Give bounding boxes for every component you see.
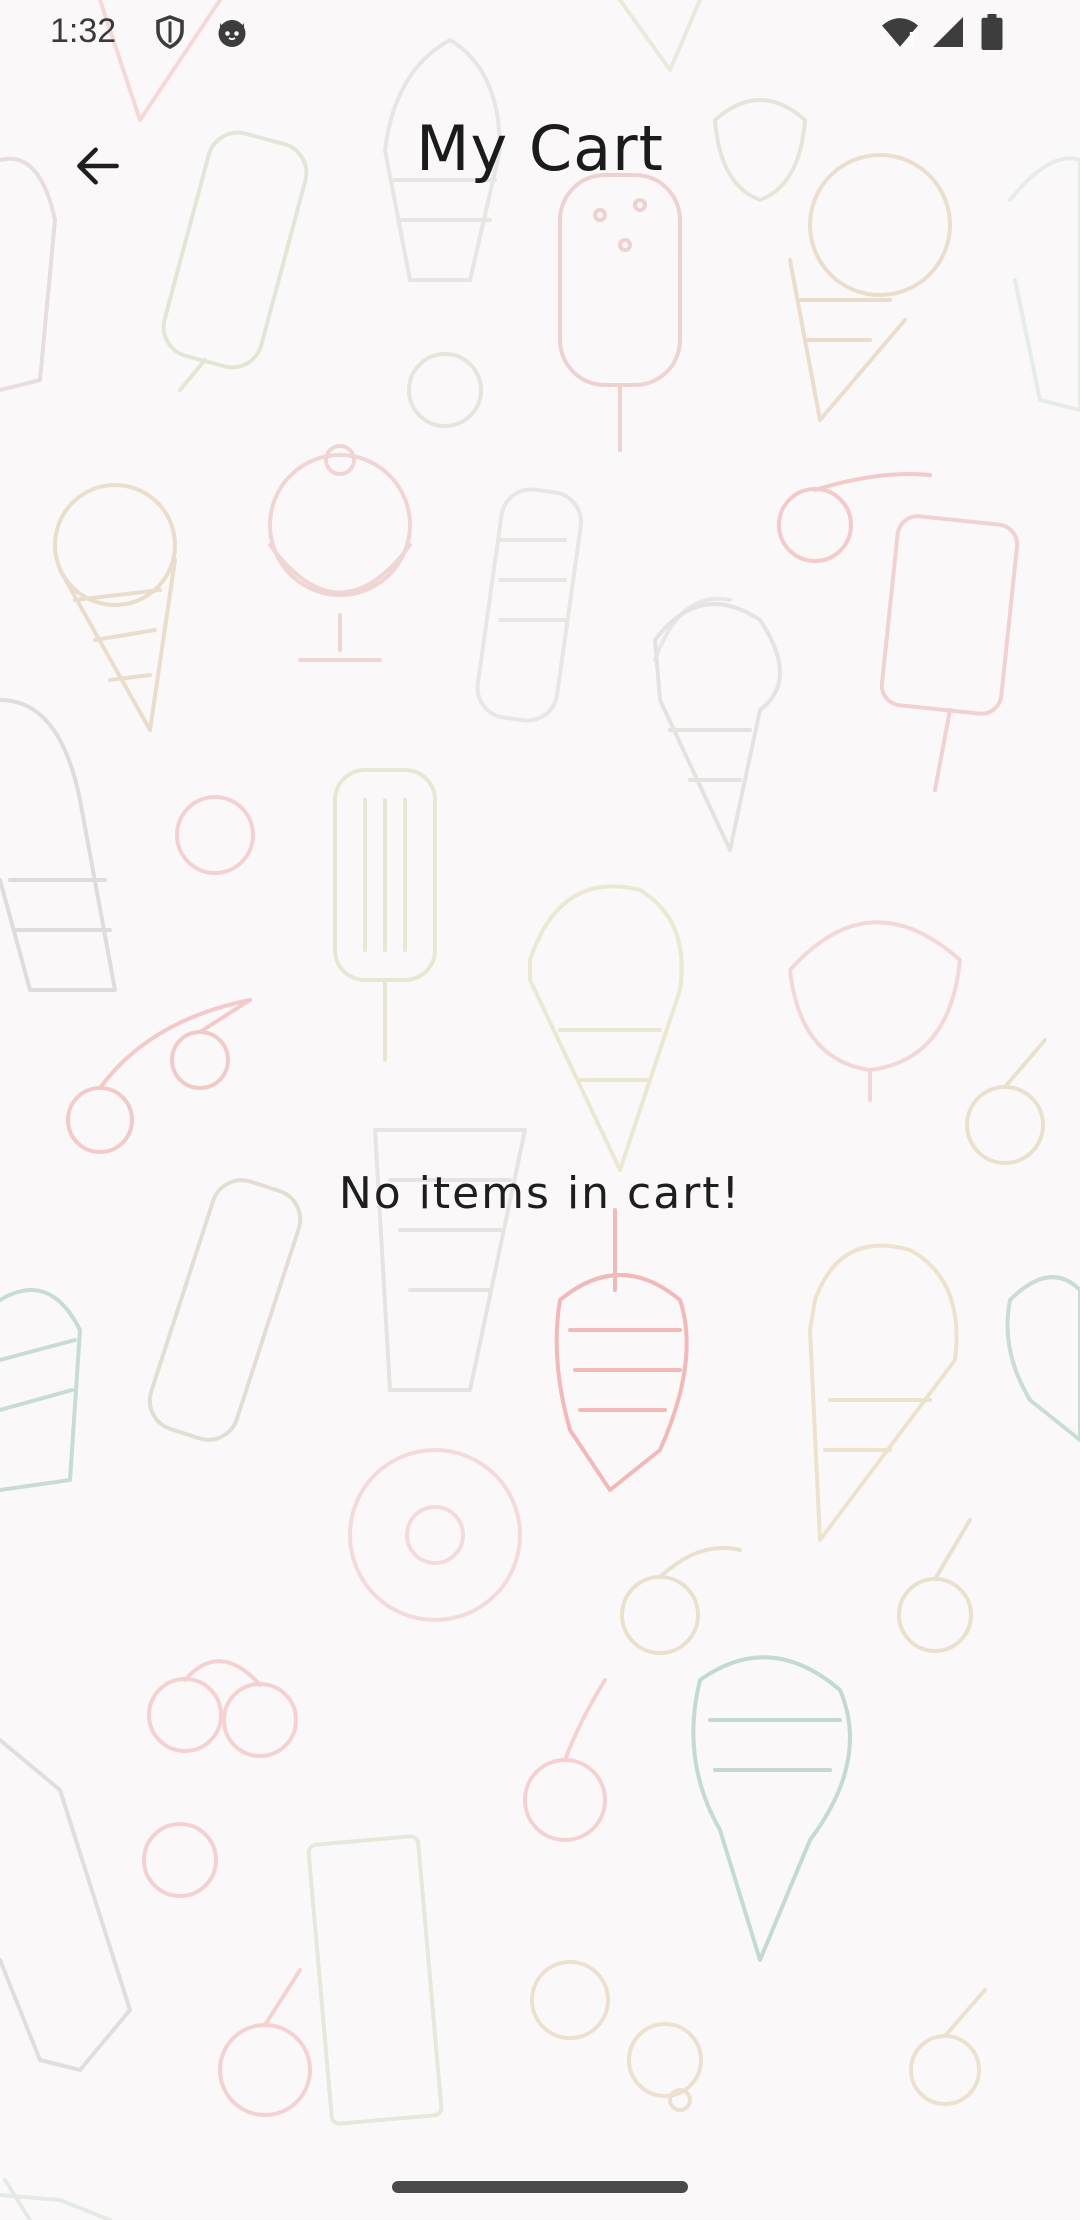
cat-icon [214,14,250,50]
donut-doodle [348,1448,522,1622]
ice-cream-cone-doodle [808,1243,959,1542]
status-bar: 1:32 [0,0,1080,66]
sundae-doodle [268,444,412,662]
cherry-doodle [66,998,252,1154]
sundae-doodle [788,920,962,1102]
mint-ice-cream-doodle [1005,1275,1080,1442]
popsicle-doodle [879,514,1020,792]
ice-cream-cone-doodle [53,483,177,732]
cherry-doodle [530,1960,987,2112]
ice-cream-cone-doodle [653,602,782,852]
battery-icon [980,14,1004,50]
tall-cone-doodle [0,1738,132,2072]
ice-cream-cone-doodle [528,884,684,1172]
top-app-bar: My Cart [0,88,1080,218]
mint-ice-cream-doodle [691,1655,852,1962]
raspberry-doodle [142,795,255,1898]
wifi-icon [880,14,920,50]
popsicle-doodle [306,1834,444,2126]
empty-cart-message: No items in cart! [338,1168,742,1219]
status-time: 1:32 [50,12,117,50]
ice-cream-cone-doodle [0,2178,112,2220]
shield-icon [152,14,188,50]
home-indicator[interactable] [392,2181,688,2193]
page-title: My Cart [416,112,664,185]
ice-cream-background-pattern [0,0,1080,2220]
cherry-doodle [147,1659,607,2117]
popsicle-doodle [333,768,437,1062]
tall-cone-doodle [0,698,117,992]
cherry-cone-doodle [554,1208,689,1492]
cart-screen: 1:32 My Cart No items in cart! [0,0,1080,2220]
mint-ice-cream-doodle [0,1288,82,1492]
signal-icon [930,14,966,50]
popsicle-doodle [475,487,584,723]
